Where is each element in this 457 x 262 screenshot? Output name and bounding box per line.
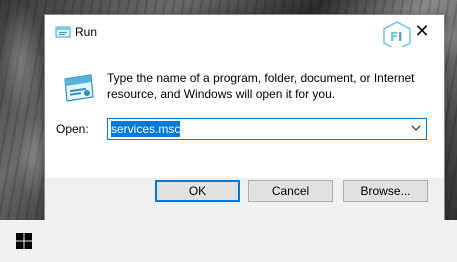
close-icon: ✕ xyxy=(414,20,430,41)
open-input-value[interactable]: services.msc xyxy=(111,121,181,137)
dialog-description: Type the name of a program, folder, docu… xyxy=(107,71,415,101)
dialog-body: Type the name of a program, folder, docu… xyxy=(45,47,444,178)
svg-text:F: F xyxy=(390,30,398,44)
taskbar xyxy=(0,220,457,262)
chevron-down-icon[interactable] xyxy=(410,122,422,134)
ok-button[interactable]: OK xyxy=(155,180,240,202)
windows-logo-icon xyxy=(16,233,32,249)
cancel-button[interactable]: Cancel xyxy=(248,180,333,202)
open-label: Open: xyxy=(56,122,89,136)
run-app-icon xyxy=(64,74,94,102)
dialog-title: Run xyxy=(75,25,98,39)
browse-button[interactable]: Browse... xyxy=(343,180,428,202)
run-dialog: Run F I ✕ Type the name of a program, fo… xyxy=(44,14,445,226)
run-app-icon xyxy=(55,26,71,38)
start-button[interactable] xyxy=(0,220,48,262)
dialog-footer: OK Cancel Browse... xyxy=(45,178,444,225)
open-combobox[interactable]: services.msc xyxy=(107,118,427,140)
close-button[interactable]: ✕ xyxy=(400,15,444,47)
title-bar[interactable]: Run F I ✕ xyxy=(45,15,444,51)
